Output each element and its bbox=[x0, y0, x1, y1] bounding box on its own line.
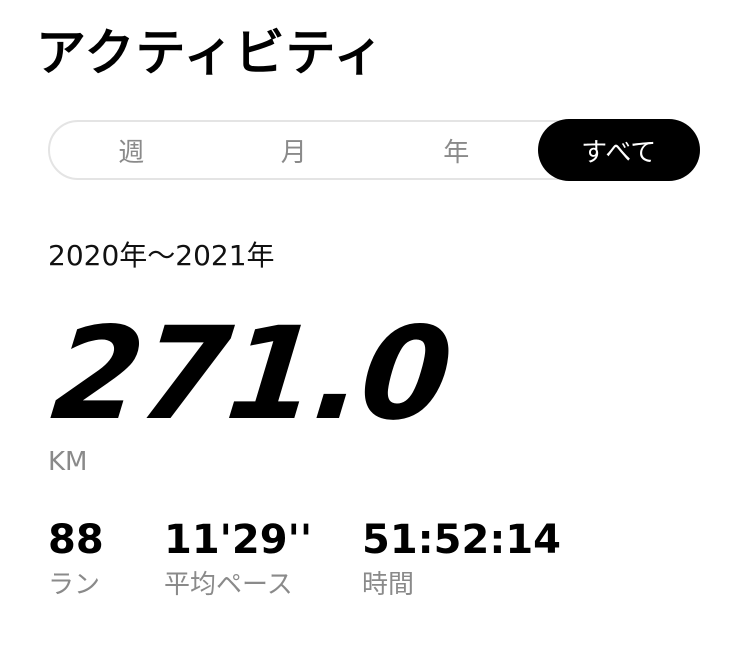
tab-all[interactable]: すべて bbox=[537, 119, 700, 181]
period-segmented-control: 週 月 年 すべて bbox=[48, 119, 700, 181]
distance-unit: KM bbox=[48, 447, 88, 477]
date-range: 2020年〜2021年 bbox=[48, 239, 275, 272]
tab-month[interactable]: 月 bbox=[213, 122, 376, 178]
stat-time-label: 時間 bbox=[362, 570, 415, 600]
tab-year[interactable]: 年 bbox=[375, 122, 538, 178]
total-distance-value: 271.0 bbox=[46, 300, 457, 449]
stat-time: 51:52:14 時間 bbox=[362, 514, 561, 604]
stat-average-pace: 11'29'' 平均ペース bbox=[164, 514, 312, 604]
tab-week[interactable]: 週 bbox=[50, 122, 213, 178]
stat-average-pace-value: 11'29'' bbox=[164, 517, 313, 563]
page-title: アクティビティ bbox=[36, 24, 385, 82]
stat-average-pace-label: 平均ペース bbox=[164, 570, 293, 600]
stat-time-value: 51:52:14 bbox=[362, 517, 561, 563]
stat-runs-label: ラン bbox=[48, 570, 101, 600]
stat-runs: 88 ラン bbox=[48, 514, 104, 604]
stat-runs-value: 88 bbox=[48, 517, 104, 563]
